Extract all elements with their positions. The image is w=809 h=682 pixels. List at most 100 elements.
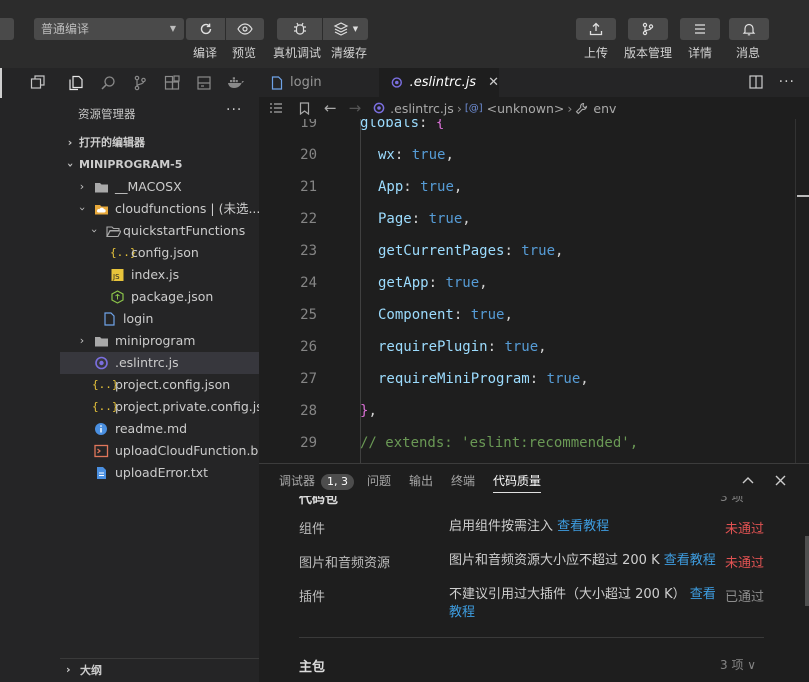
- tab-code-quality[interactable]: 代码质量: [493, 472, 542, 493]
- breadcrumb-symbol[interactable]: <unknown>: [487, 101, 565, 116]
- code-punctuation: ,: [479, 275, 488, 291]
- copy-window-icon: [30, 75, 45, 89]
- tree-item-package-json[interactable]: package.json: [60, 286, 259, 308]
- eslint-file-icon: [95, 356, 108, 370]
- tree-item-upload-error[interactable]: uploadError.txt: [60, 462, 259, 484]
- extensions-tab[interactable]: [156, 68, 188, 98]
- chevron-right-icon: ›: [567, 100, 573, 116]
- messages-button[interactable]: [729, 18, 769, 40]
- chevron-up-icon[interactable]: [742, 476, 754, 484]
- explorer-more-button[interactable]: ···: [226, 102, 242, 118]
- code-line: 24 getApp: true,: [259, 267, 789, 299]
- compile-button[interactable]: [186, 18, 225, 40]
- code-punctuation: ,: [445, 147, 454, 163]
- back-arrow-icon[interactable]: ←: [324, 99, 337, 117]
- line-number: 24: [300, 275, 317, 291]
- outline-section[interactable]: › 大纲: [60, 658, 259, 682]
- code-key: wx: [378, 147, 395, 163]
- tab-issues[interactable]: 问题: [367, 472, 391, 489]
- tab-output[interactable]: 输出: [409, 472, 433, 489]
- code-comment: // extends: 'eslint:recommended',: [360, 435, 639, 451]
- tab-debugger[interactable]: 调试器 1, 3: [279, 472, 355, 490]
- wrench-icon: [576, 102, 588, 114]
- files-tab[interactable]: [60, 68, 92, 98]
- bookmark-icon[interactable]: [299, 101, 310, 115]
- section-title[interactable]: 主包: [299, 656, 325, 675]
- project-section[interactable]: › MINIPROGRAM-5: [60, 154, 259, 176]
- tree-item-quickstartfunctions[interactable]: › quickstartFunctions: [60, 220, 259, 242]
- line-number: 22: [300, 211, 317, 227]
- cloud-folder-icon: [95, 205, 108, 215]
- split-editor-icon[interactable]: [749, 75, 763, 89]
- code-editor: login .eslintrc.js ✕ ··· ← → .eslintrc.j…: [259, 68, 809, 463]
- compile-mode-select[interactable]: 普通编译 ▼: [34, 18, 184, 40]
- tree-item-upload-cloud-function[interactable]: uploadCloudFunction.b...: [60, 440, 259, 462]
- code-line: 27 requireMiniProgram: true,: [259, 363, 789, 395]
- error-count-badge: 1, 3: [321, 474, 355, 490]
- version-management-label: 版本管理: [624, 46, 673, 60]
- tree-item-miniprogram[interactable]: › miniprogram: [60, 330, 259, 352]
- code-key: requireMiniProgram: [378, 371, 530, 387]
- chevron-right-icon: ›: [66, 663, 71, 676]
- tab-login[interactable]: login: [259, 68, 379, 97]
- tab-terminal[interactable]: 终端: [451, 472, 475, 489]
- folder-icon: [95, 183, 108, 193]
- tree-item-cloudfunctions[interactable]: › cloudfunctions | (未选...: [60, 198, 259, 220]
- line-content: Component: true,: [378, 299, 513, 331]
- open-editors-section[interactable]: › 打开的编辑器: [60, 132, 259, 154]
- tree-item-readme[interactable]: readme.md: [60, 418, 259, 440]
- remote-debug-button[interactable]: [277, 18, 322, 40]
- panel-scrollbar[interactable]: [805, 536, 809, 606]
- details-button[interactable]: [680, 18, 720, 40]
- window-toggle-button[interactable]: [30, 74, 46, 90]
- source-control-tab[interactable]: [124, 68, 156, 98]
- version-management-button[interactable]: [628, 18, 668, 40]
- code-area[interactable]: 19 globals: {20 wx: true, 21 App: true, 22 Pag…: [259, 119, 809, 463]
- compile-mode-value: 普通编译: [41, 22, 90, 36]
- forward-arrow-icon[interactable]: →: [349, 99, 362, 117]
- code-line: 21 App: true,: [259, 171, 789, 203]
- tree-item-index-js[interactable]: JS index.js: [60, 264, 259, 286]
- breadcrumb-file[interactable]: .eslintrc.js: [390, 101, 454, 116]
- brackets-icon: [@]: [464, 102, 483, 114]
- details-label: 详情: [688, 46, 713, 60]
- tab-eslintrc[interactable]: .eslintrc.js ✕: [379, 68, 499, 97]
- json-file-icon: {..}: [92, 378, 119, 391]
- close-icon[interactable]: [775, 475, 786, 486]
- extensions-icon: [164, 75, 180, 90]
- search-tab[interactable]: [92, 68, 124, 98]
- close-tab-button[interactable]: ✕: [488, 75, 499, 90]
- code-keyword: true: [445, 275, 480, 291]
- tree-item-login[interactable]: login: [60, 308, 259, 330]
- simulator-toggle-button[interactable]: [0, 18, 14, 40]
- view-tutorial-link[interactable]: 查看教程: [557, 519, 609, 534]
- tree-item-config-json[interactable]: {..} config.json: [60, 242, 259, 264]
- clear-cache-button[interactable]: ▼: [322, 18, 368, 40]
- section-count[interactable]: 3 项 ^: [720, 496, 757, 505]
- folder-open-icon: [106, 226, 121, 238]
- section-title[interactable]: 代码包: [299, 496, 338, 507]
- section-count[interactable]: 3 项 ∨: [720, 656, 756, 673]
- divider: [299, 637, 764, 638]
- view-tutorial-link[interactable]: 查看教程: [664, 553, 716, 568]
- refresh-icon: [200, 23, 211, 35]
- upload-button[interactable]: [576, 18, 616, 40]
- tree-item-macosx[interactable]: › __MACOSX: [60, 176, 259, 198]
- code-keyword: true: [420, 179, 454, 195]
- status-failed: 未通过: [725, 522, 765, 537]
- editor-scrollbar[interactable]: [795, 119, 809, 463]
- tree-item-project-private-config[interactable]: {..} project.private.config.js...: [60, 396, 259, 418]
- list-icon[interactable]: [269, 102, 283, 114]
- line-number: 27: [300, 371, 317, 387]
- code-punctuation: ,: [580, 371, 589, 387]
- storage-tab[interactable]: [188, 68, 220, 98]
- line-number: 20: [300, 147, 317, 163]
- tree-item-eslintrc[interactable]: .eslintrc.js: [60, 352, 259, 374]
- docker-tab[interactable]: [220, 68, 252, 98]
- breadcrumb-property[interactable]: env: [593, 101, 616, 116]
- more-actions-button[interactable]: ···: [779, 74, 795, 90]
- quality-item-name: 组件: [299, 522, 326, 537]
- preview-button[interactable]: [225, 18, 264, 40]
- tree-item-project-config[interactable]: {..} project.config.json: [60, 374, 259, 396]
- debug-cache-group: ▼: [277, 18, 368, 40]
